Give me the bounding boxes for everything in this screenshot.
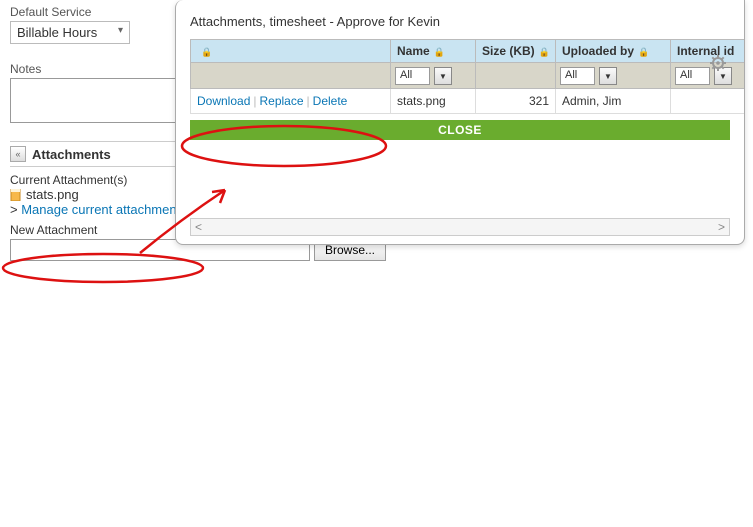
col-uploaded-by[interactable]: Uploaded by🔒: [556, 40, 671, 63]
gear-icon[interactable]: [710, 55, 726, 76]
attachments-modal: Attachments, timesheet - Approve for Kev…: [175, 0, 745, 245]
filter-uploaded-by[interactable]: All ▼: [560, 67, 617, 85]
chevron-down-icon[interactable]: ▼: [434, 67, 452, 85]
row-name: stats.png: [391, 89, 476, 114]
row-internal-id: [671, 89, 746, 114]
delete-link[interactable]: Delete: [313, 94, 348, 108]
row-size: 321: [476, 89, 556, 114]
filter-name[interactable]: All ▼: [395, 67, 452, 85]
current-attachment-filename: stats.png: [26, 187, 79, 202]
manage-link-prefix: >: [10, 202, 21, 217]
lock-icon: 🔒: [539, 47, 550, 57]
close-button[interactable]: CLOSE: [190, 120, 730, 140]
row-actions: Download|Replace|Delete: [191, 89, 391, 114]
download-link[interactable]: Download: [197, 94, 250, 108]
default-service-value: Billable Hours: [17, 25, 97, 40]
attachments-table: 🔒 Name🔒 Size (KB)🔒 Uploaded by🔒 Internal…: [190, 39, 745, 114]
scroll-right-icon[interactable]: >: [718, 220, 725, 234]
attachments-title: Attachments: [32, 147, 111, 162]
table-row: Download|Replace|Delete stats.png 321 Ad…: [191, 89, 746, 114]
manage-attachments-link[interactable]: Manage current attachment(s): [21, 202, 195, 217]
row-uploaded-by: Admin, Jim: [556, 89, 671, 114]
lock-icon: 🔒: [434, 47, 445, 57]
table-header-row: 🔒 Name🔒 Size (KB)🔒 Uploaded by🔒 Internal…: [191, 40, 746, 63]
col-internal-id[interactable]: Internal id: [671, 40, 746, 63]
horizontal-scrollbar[interactable]: < >: [190, 218, 730, 236]
default-service-select[interactable]: Billable Hours ▾: [10, 21, 130, 44]
lock-icon: 🔒: [201, 47, 212, 57]
notes-textarea[interactable]: [10, 78, 190, 123]
modal-title: Attachments, timesheet - Approve for Kev…: [190, 14, 730, 29]
chevron-down-icon[interactable]: ▼: [599, 67, 617, 85]
col-actions[interactable]: 🔒: [191, 40, 391, 63]
col-name[interactable]: Name🔒: [391, 40, 476, 63]
replace-link[interactable]: Replace: [260, 94, 304, 108]
lock-icon: 🔒: [638, 47, 649, 57]
scroll-left-icon[interactable]: <: [195, 220, 202, 234]
chevron-down-icon: ▾: [118, 25, 123, 36]
file-icon: [10, 189, 22, 201]
collapse-toggle-icon[interactable]: «: [10, 146, 26, 162]
col-size[interactable]: Size (KB)🔒: [476, 40, 556, 63]
table-filter-row: All ▼ All ▼ All ▼: [191, 63, 746, 89]
